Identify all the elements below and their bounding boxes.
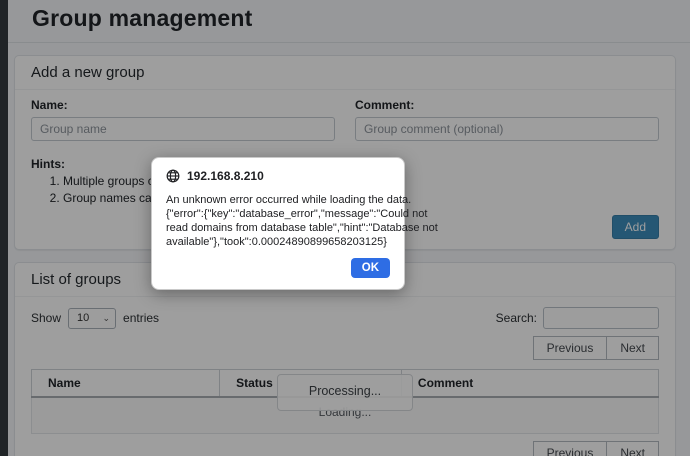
browser-alert-dialog: 192.168.8.210 An unknown error occurred … xyxy=(151,157,405,290)
alert-message-line: An unknown error occurred while loading … xyxy=(166,193,390,207)
alert-message: An unknown error occurred while loading … xyxy=(166,193,390,249)
alert-message-line: read domains from database table","hint"… xyxy=(166,221,390,235)
alert-origin: 192.168.8.210 xyxy=(187,169,264,183)
ok-button[interactable]: OK xyxy=(351,258,390,278)
globe-icon xyxy=(166,169,180,183)
alert-message-line: {"error":{"key":"database_error","messag… xyxy=(166,207,390,221)
alert-message-line: available"},"took":0.0002489089965820312… xyxy=(166,235,390,249)
